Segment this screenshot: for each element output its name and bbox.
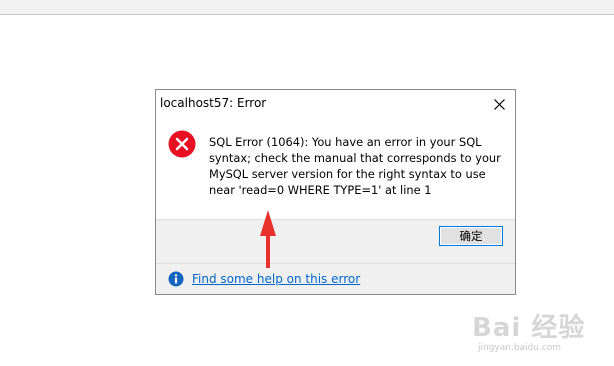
watermark: Bai 经验 jingyan.baidu.com [472,305,608,360]
close-button[interactable] [489,94,509,114]
annotation-arrow-icon [260,210,276,268]
background-window-toolbar [0,0,614,15]
watermark-logo: Bai 经验 [472,313,586,343]
dialog-title: localhost57: Error [160,96,267,110]
dialog-titlebar: localhost57: Error [156,90,515,117]
help-row: Find some help on this error [156,263,515,294]
error-icon [168,130,196,158]
dialog-button-row: 确定 [156,219,515,263]
dialog-content: SQL Error (1064): You have an error in y… [156,117,515,219]
info-icon [168,271,184,287]
ok-button[interactable]: 确定 [439,226,503,246]
help-link[interactable]: Find some help on this error [192,272,360,286]
error-message: SQL Error (1064): You have an error in y… [209,135,501,197]
close-icon [493,98,505,110]
watermark-url: jingyan.baidu.com [478,343,562,353]
error-dialog: localhost57: Error SQL Error (1064): You… [155,89,516,295]
